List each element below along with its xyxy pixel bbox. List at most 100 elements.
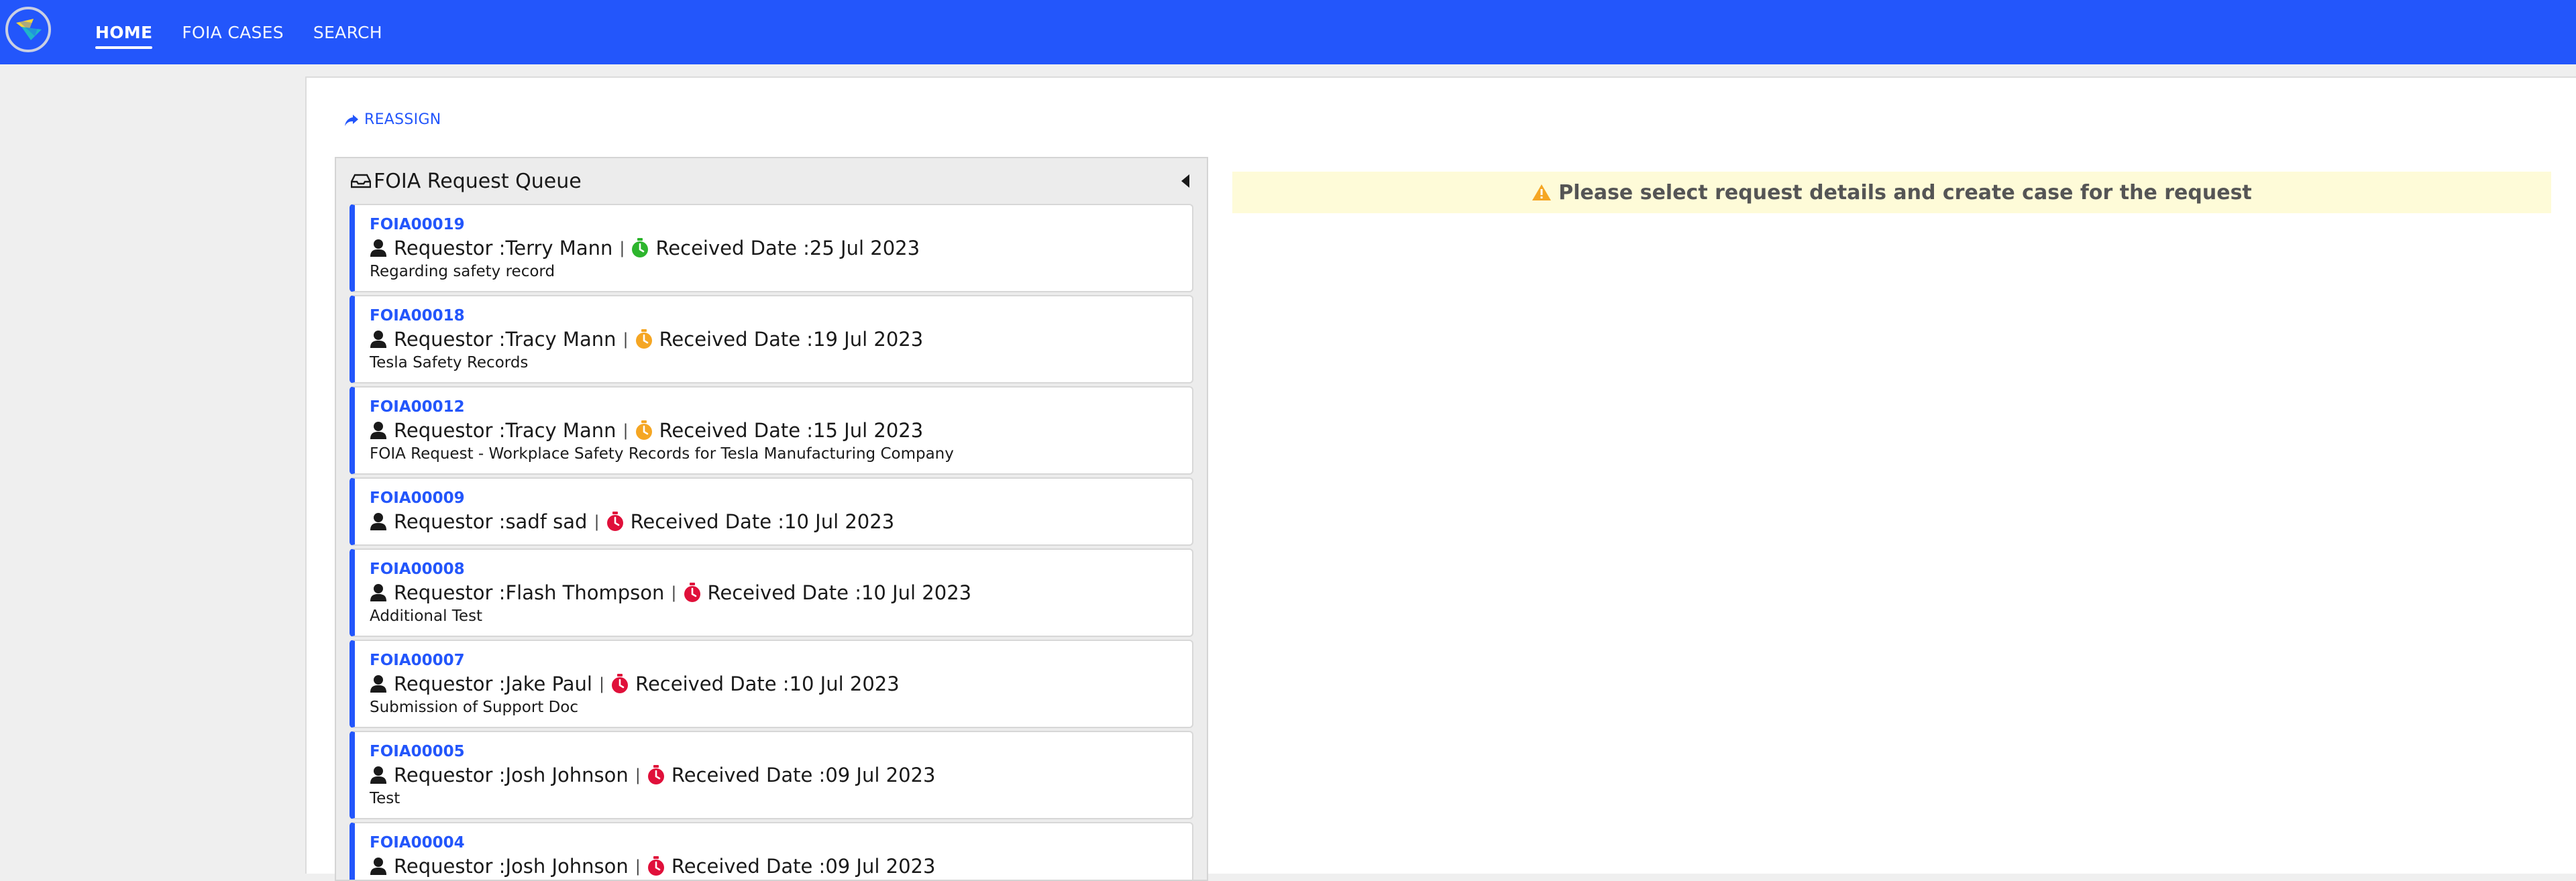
received-label: Received Date : [635, 672, 790, 695]
queue-item[interactable]: FOIA00007 Requestor : Jake Paul | Received … [350, 640, 1193, 728]
received-date: 09 Jul 2023 [825, 764, 936, 786]
request-description: Submission of Support Doc [370, 699, 579, 716]
requestor-label: Requestor : [394, 510, 506, 533]
select-request-alert: Please select request details and create… [1232, 172, 2551, 213]
requestor-label: Requestor : [394, 764, 506, 786]
stopwatch-icon [606, 512, 623, 531]
received-date: 09 Jul 2023 [825, 855, 936, 878]
request-description: Additional Test [370, 607, 483, 625]
requestor-name: Terry Mann [505, 237, 613, 259]
request-meta: Requestor : Flash Thompson | Received Date… [370, 579, 1179, 606]
user-icon [370, 858, 386, 875]
main-nav: HOME FOIA CASES SEARCH [95, 0, 382, 64]
requestor-label: Requestor : [394, 419, 506, 442]
requestor-label: Requestor : [394, 581, 506, 604]
queue-item[interactable]: FOIA00019 Requestor : Terry Mann | Received… [350, 204, 1193, 292]
received-label: Received Date : [707, 581, 861, 604]
requestor-name: Jake Paul [505, 672, 592, 695]
queue-item[interactable]: FOIA00005 Requestor : Josh Johnson | Receiv… [350, 731, 1193, 819]
queue-list: FOIA00019 Requestor : Terry Mann | Received… [336, 204, 1207, 880]
app-logo-icon[interactable] [5, 7, 51, 52]
queue-item[interactable]: FOIA00008 Requestor : Flash Thompson | Rece… [350, 548, 1193, 637]
main-panel: REASSIGN FOIA Request Queue FOIA00019 Req… [305, 76, 2576, 881]
received-date: 10 Jul 2023 [784, 510, 895, 533]
collapse-queue-caret-icon[interactable] [1181, 174, 1189, 188]
nav-home[interactable]: HOME [95, 19, 153, 49]
separator: | [594, 512, 600, 531]
request-id[interactable]: FOIA00005 [370, 742, 1179, 762]
stopwatch-icon [632, 238, 649, 257]
received-label: Received Date : [655, 237, 810, 259]
received-label: Received Date : [671, 855, 826, 878]
nav-foia-cases[interactable]: FOIA CASES [182, 19, 284, 46]
request-meta: Requestor : Tracy Mann | Received Date : 1… [370, 417, 1179, 444]
request-description: Test [370, 790, 400, 807]
separator: | [635, 766, 641, 784]
queue-item[interactable]: FOIA00012 Requestor : Tracy Mann | Received… [350, 386, 1193, 475]
received-label: Received Date : [671, 764, 826, 786]
alert-message: Please select request details and create… [1558, 180, 2252, 204]
user-icon [370, 766, 386, 784]
request-id[interactable]: FOIA00019 [370, 215, 1179, 235]
warning-icon [1532, 184, 1552, 200]
received-label: Received Date : [659, 328, 814, 351]
queue-item[interactable]: FOIA00018 Requestor : Tracy Mann | Received… [350, 295, 1193, 384]
stopwatch-icon [635, 420, 652, 440]
top-navbar: HOME FOIA CASES SEARCH [0, 0, 2576, 64]
nav-search[interactable]: SEARCH [313, 19, 382, 46]
user-icon [370, 675, 386, 693]
share-arrow-icon [345, 114, 358, 126]
requestor-label: Requestor : [394, 237, 506, 259]
request-id[interactable]: FOIA00008 [370, 559, 1179, 579]
queue-item[interactable]: FOIA00004 Requestor : Josh Johnson | Receiv… [350, 822, 1193, 880]
request-description: Tesla Safety Records [370, 354, 529, 371]
request-description: Regarding safety record [370, 263, 555, 280]
requestor-name: Josh Johnson [505, 855, 629, 878]
stopwatch-icon [612, 674, 629, 693]
requestor-name: Tracy Mann [505, 328, 616, 351]
request-id[interactable]: FOIA00018 [370, 306, 1179, 326]
requestor-name: Flash Thompson [505, 581, 665, 604]
request-meta: Requestor : Jake Paul | Received Date : 10… [370, 670, 1179, 697]
inbox-icon [351, 174, 371, 188]
separator: | [635, 857, 641, 876]
request-meta: Requestor : Tracy Mann | Received Date : 1… [370, 326, 1179, 353]
requestor-label: Requestor : [394, 855, 506, 878]
requestor-label: Requestor : [394, 328, 506, 351]
received-date: 19 Jul 2023 [813, 328, 924, 351]
received-label: Received Date : [630, 510, 785, 533]
request-meta: Requestor : Josh Johnson | Received Date :… [370, 853, 1179, 880]
request-meta: Requestor : Josh Johnson | Received Date :… [370, 762, 1179, 788]
separator: | [671, 583, 677, 602]
separator: | [619, 239, 625, 257]
request-id[interactable]: FOIA00009 [370, 488, 1179, 508]
separator: | [623, 421, 629, 440]
received-label: Received Date : [659, 419, 814, 442]
reassign-label: REASSIGN [364, 111, 441, 128]
user-icon [370, 584, 386, 601]
received-date: 15 Jul 2023 [813, 419, 924, 442]
user-icon [370, 513, 386, 530]
requestor-name: Tracy Mann [505, 419, 616, 442]
stopwatch-icon [635, 329, 652, 349]
foia-request-queue: FOIA Request Queue FOIA00019 Requestor : … [335, 157, 1208, 881]
user-icon [370, 422, 386, 439]
request-id[interactable]: FOIA00012 [370, 397, 1179, 417]
queue-header: FOIA Request Queue [336, 158, 1207, 204]
received-date: 25 Jul 2023 [809, 237, 920, 259]
requestor-name: Josh Johnson [505, 764, 629, 786]
request-description: FOIA Request - Workplace Safety Records … [370, 445, 954, 463]
stopwatch-icon [647, 765, 664, 784]
request-id[interactable]: FOIA00007 [370, 650, 1179, 670]
separator: | [623, 330, 629, 349]
requestor-label: Requestor : [394, 672, 506, 695]
request-id[interactable]: FOIA00004 [370, 833, 1179, 853]
separator: | [599, 674, 605, 693]
requestor-name: sadf sad [505, 510, 588, 533]
request-meta: Requestor : sadf sad | Received Date : 10 … [370, 508, 1179, 535]
queue-title: FOIA Request Queue [374, 169, 582, 193]
user-icon [370, 239, 386, 257]
reassign-button[interactable]: REASSIGN [344, 111, 441, 128]
queue-item[interactable]: FOIA00009 Requestor : sadf sad | Received D… [350, 477, 1193, 546]
request-meta: Requestor : Terry Mann | Received Date : 2… [370, 235, 1179, 261]
